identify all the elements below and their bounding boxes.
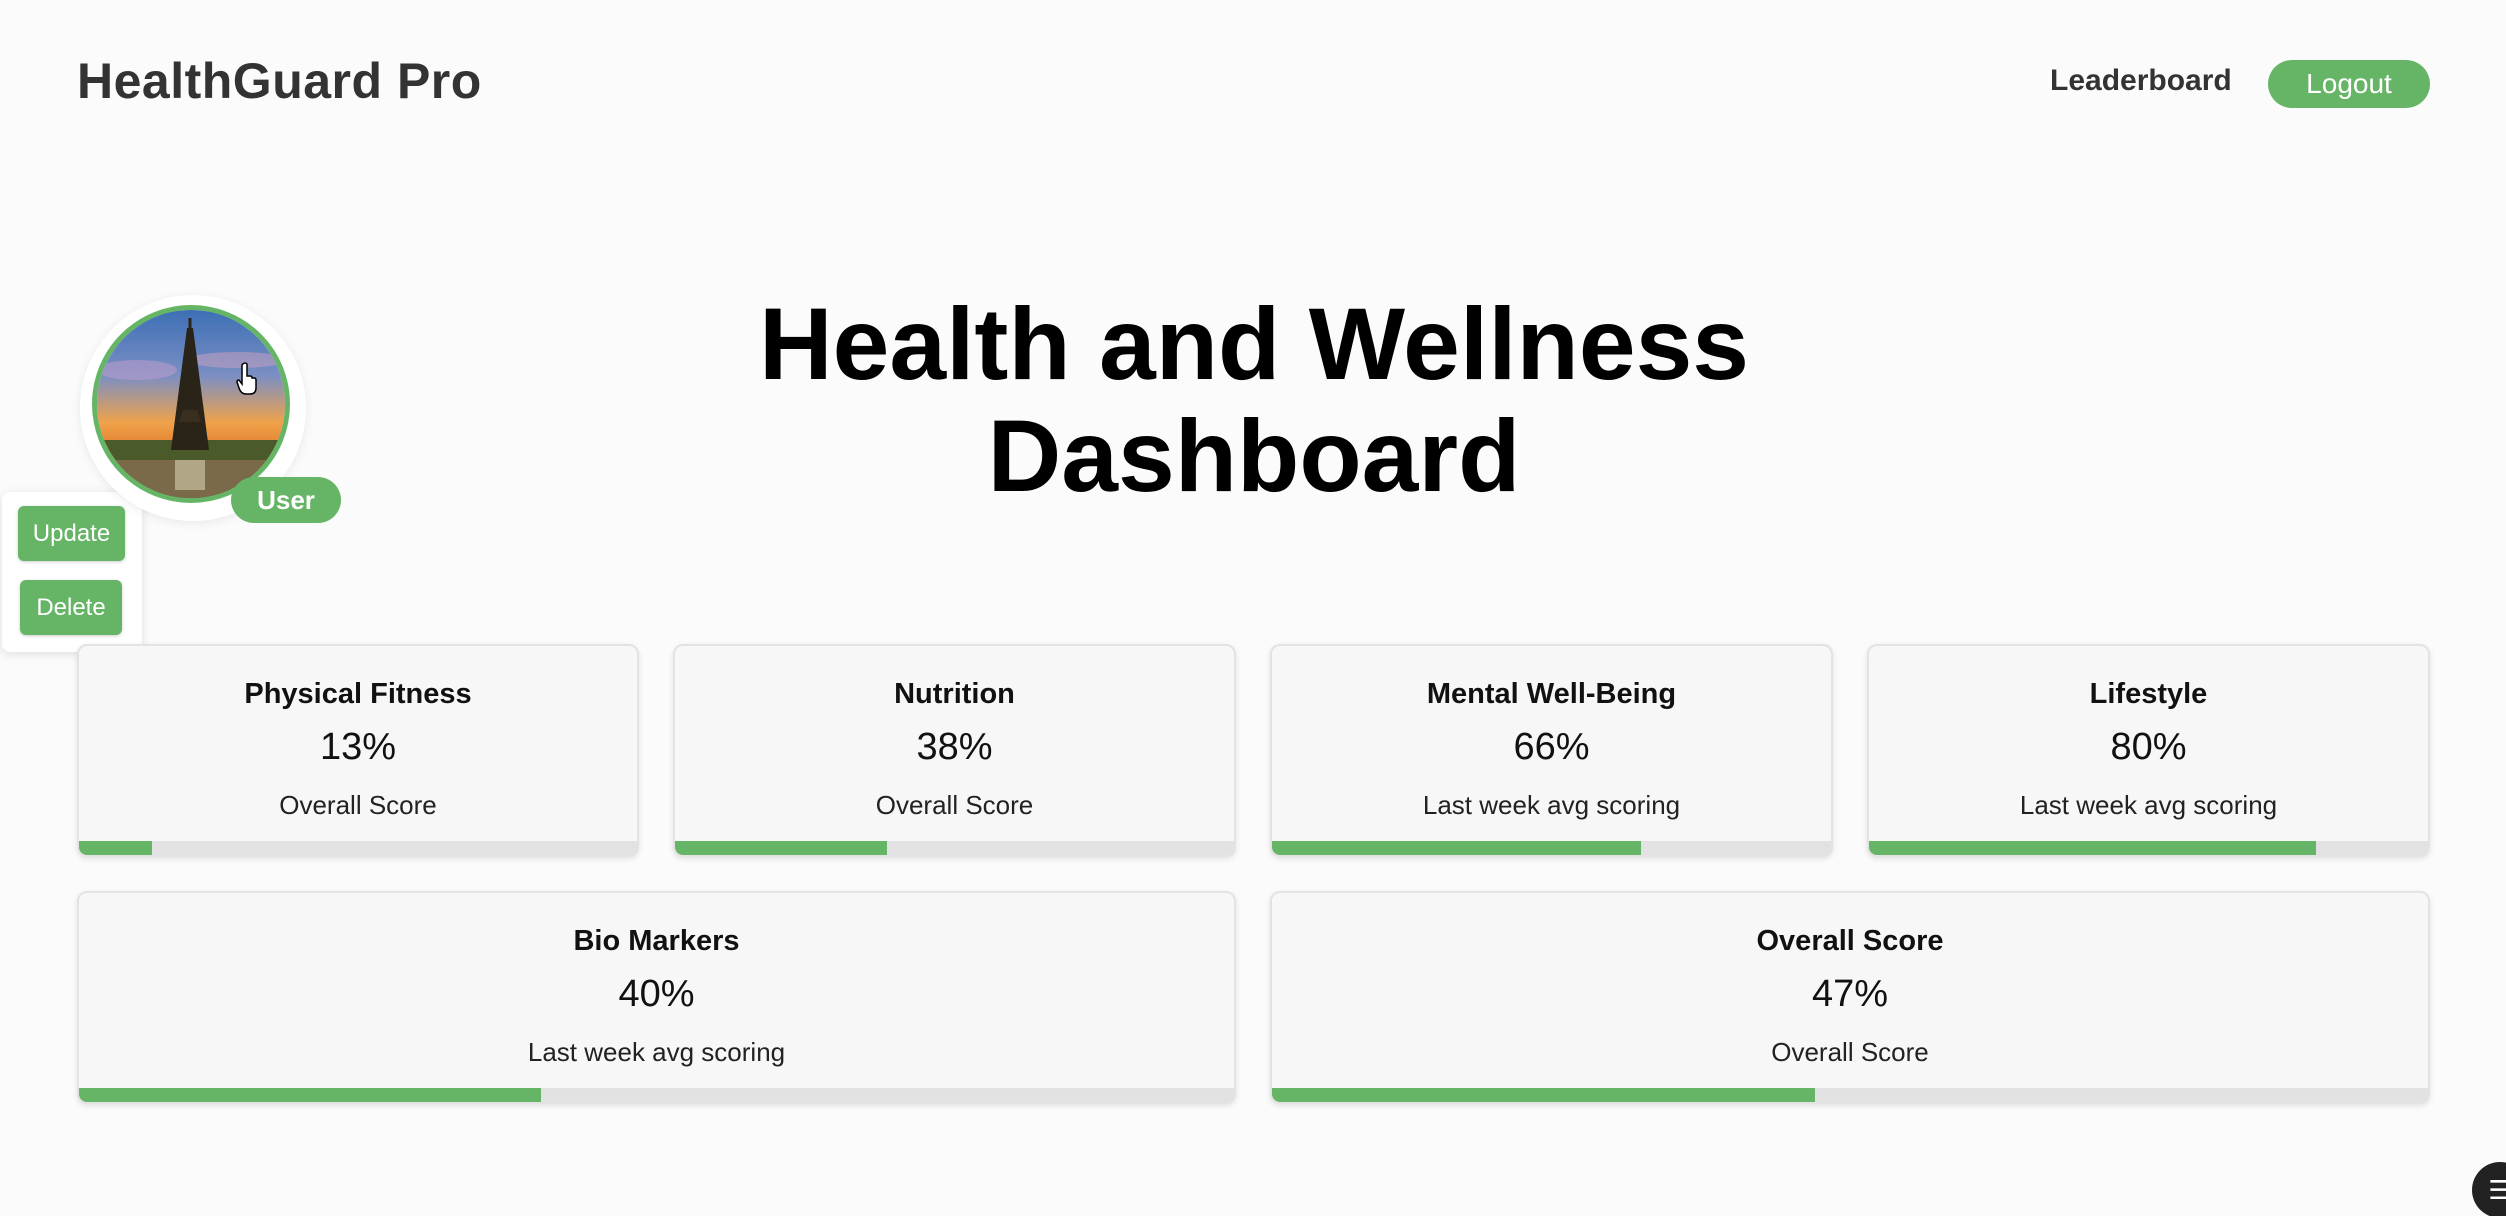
leaderboard-link[interactable]: Leaderboard (2050, 64, 2232, 98)
score-card-nutrition: Nutrition 38% Overall Score (673, 644, 1236, 857)
card-value: 40% (618, 973, 695, 1015)
progress-bar (1272, 841, 1831, 855)
card-value: 13% (319, 726, 397, 768)
card-value: 47% (1811, 973, 1889, 1015)
card-title: Physical Fitness (244, 678, 472, 710)
card-subtitle: Last week avg scoring (2019, 790, 2278, 820)
score-card-overall-score: Overall Score 47% Overall Score (1270, 891, 2430, 1104)
card-value: 38% (916, 726, 993, 768)
card-subtitle: Last week avg scoring (527, 1037, 786, 1067)
progress-fill (79, 1088, 541, 1102)
score-card-mental-well-being: Mental Well-Being 66% Last week avg scor… (1270, 644, 1833, 857)
logout-button[interactable]: Logout (2268, 60, 2430, 108)
card-value: 80% (2110, 726, 2187, 768)
progress-bar (675, 841, 1234, 855)
card-title: Overall Score (1756, 925, 1944, 957)
hand-pointer-icon (236, 362, 257, 395)
update-button[interactable]: Update (18, 506, 125, 561)
eiffel-tower-photo (97, 310, 285, 498)
progress-bar (79, 841, 637, 855)
progress-fill (1272, 1088, 1816, 1102)
card-value: 66% (1513, 726, 1590, 768)
score-card-physical-fitness: Physical Fitness 13% Overall Score (77, 644, 639, 857)
score-card-bio-markers: Bio Markers 40% Last week avg scoring (77, 891, 1236, 1104)
card-subtitle: Overall Score (875, 790, 1034, 820)
delete-button[interactable]: Delete (20, 580, 122, 635)
progress-fill (1272, 841, 1641, 855)
avatar[interactable] (92, 305, 290, 503)
card-title: Nutrition (894, 678, 1015, 710)
brand-logo-text[interactable]: HealthGuard Pro (77, 52, 482, 110)
card-title: Lifestyle (2089, 678, 2208, 710)
settings-widget-icon[interactable]: ☰ (2472, 1162, 2506, 1216)
card-title: Bio Markers (573, 925, 740, 957)
user-role-badge: User (231, 477, 341, 523)
dashboard-page: HealthGuard Pro Leaderboard Logout Updat… (0, 0, 2506, 1216)
progress-fill (675, 841, 888, 855)
card-subtitle: Last week avg scoring (1422, 790, 1681, 820)
progress-bar (79, 1088, 1234, 1102)
card-title: Mental Well-Being (1426, 678, 1677, 710)
progress-bar (1272, 1088, 2428, 1102)
score-card-lifestyle: Lifestyle 80% Last week avg scoring (1867, 644, 2430, 857)
card-subtitle: Overall Score (279, 790, 437, 820)
card-subtitle: Overall Score (1771, 1037, 1929, 1067)
progress-fill (79, 841, 152, 855)
page-title: Health and Wellness Dashboard (758, 287, 1750, 513)
progress-fill (1869, 841, 2317, 855)
progress-bar (1869, 841, 2428, 855)
